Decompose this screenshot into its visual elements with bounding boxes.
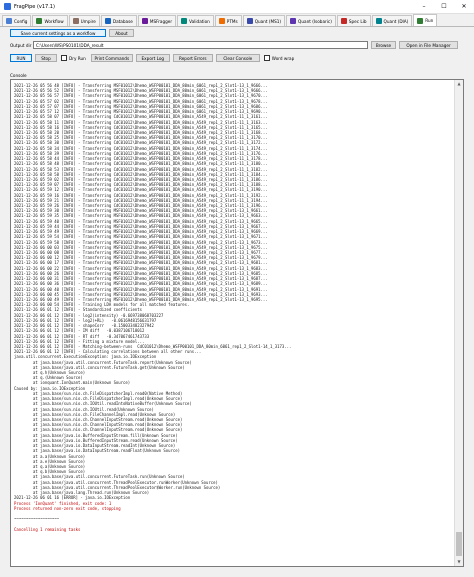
- tab-label: PTMs: [226, 18, 238, 24]
- tab-label: MSFragger: [149, 18, 173, 24]
- window-title: FragPipe (v17.1): [14, 3, 55, 10]
- tab-icon: [417, 17, 424, 24]
- tab-label: Database: [112, 18, 133, 24]
- word-wrap-label: Word wrap: [271, 55, 295, 61]
- console-scrollbar[interactable]: ▲ ▼: [454, 80, 463, 566]
- word-wrap-checkbox[interactable]: [263, 55, 270, 61]
- browse-button[interactable]: Browse: [371, 41, 396, 49]
- tab-label: Workflow: [44, 18, 64, 24]
- console-lines: 2021-12-26 05 56 48 [INFO] - Transferrin…: [14, 83, 452, 532]
- tab-ptms[interactable]: PTMs: [214, 15, 242, 26]
- close-button[interactable]: ✕: [454, 0, 474, 13]
- tab-icon: [104, 18, 111, 24]
- title-bar: FragPipe (v17.1) – ☐ ✕: [0, 0, 474, 14]
- tab-icon: [36, 18, 43, 24]
- minimize-button[interactable]: –: [414, 0, 434, 13]
- tab-label: Quant (MS1): [254, 18, 282, 24]
- tab-label: Run: [425, 18, 434, 23]
- tab-label: Umpire: [80, 18, 96, 24]
- scroll-down-icon[interactable]: ▼: [455, 558, 463, 566]
- tab-database[interactable]: Database: [100, 15, 137, 26]
- output-dir-row: Output dir C:\Users\WS\PS0101\DDA_result…: [10, 41, 458, 49]
- dry-run-label: Dry Run: [69, 55, 86, 61]
- console-line: Cancelling 1 remaining tasks: [14, 526, 81, 532]
- workflow-actions-row: Save current settings as a workflow Abou…: [10, 29, 134, 37]
- tab-bar: Config Workflow Umpire Database MSFragger Val…: [0, 14, 474, 27]
- report-errors-button[interactable]: Report Errors: [172, 54, 213, 62]
- scroll-up-icon[interactable]: ▲: [455, 80, 463, 88]
- print-commands-button[interactable]: Print Commands: [90, 54, 133, 62]
- tab-umpire[interactable]: Umpire: [68, 15, 100, 26]
- tab-icon: [72, 18, 79, 24]
- tab-config[interactable]: Config: [2, 15, 32, 26]
- tab-icon: [340, 18, 347, 24]
- tab-workflow[interactable]: Workflow: [32, 15, 68, 26]
- tab-validation[interactable]: Validation: [177, 15, 214, 26]
- tab-icon: [218, 18, 225, 24]
- tab-icon: [141, 18, 148, 24]
- tab-run[interactable]: Run: [413, 14, 438, 26]
- tab-quant-isobaric[interactable]: Quant (Isobaric): [286, 15, 336, 26]
- about-button[interactable]: About: [109, 29, 134, 37]
- output-dir-input[interactable]: C:\Users\WS\PS0101\DDA_result: [33, 41, 368, 49]
- tab-icon: [375, 18, 382, 24]
- save-workflow-button[interactable]: Save current settings as a workflow: [10, 29, 106, 37]
- tab-label: Validation: [189, 18, 210, 24]
- tab-quant-ms1[interactable]: Quant (MS1): [242, 15, 286, 26]
- run-button[interactable]: RUN: [10, 54, 32, 62]
- export-log-button[interactable]: Export Log: [135, 54, 170, 62]
- tab-label: Spec Lib: [348, 18, 367, 24]
- dry-run-checkbox[interactable]: [61, 55, 67, 61]
- output-dir-label: Output dir: [10, 42, 32, 48]
- tab-label: Quant (DIA): [383, 18, 409, 24]
- run-controls-row: RUN Stop Dry Run Print Commands Export L…: [10, 54, 294, 62]
- console-output[interactable]: 2021-12-26 05 56 48 [INFO] - Transferrin…: [10, 79, 464, 567]
- scrollbar-thumb[interactable]: [456, 532, 462, 556]
- clear-console-button[interactable]: Clear Console: [215, 54, 260, 62]
- open-in-file-manager-button[interactable]: Open in File Manager: [399, 41, 458, 49]
- tab-label: Quant (Isobaric): [298, 18, 332, 24]
- tab-icon: [6, 18, 12, 24]
- app-icon: [4, 3, 11, 10]
- tab-spec-lib[interactable]: Spec Lib: [336, 15, 371, 26]
- console-label: Console: [10, 73, 27, 78]
- tab-icon: [290, 18, 297, 24]
- tab-quant-dia[interactable]: Quant (DIA): [371, 15, 413, 26]
- tab-icon: [181, 18, 188, 24]
- tab-icon: [246, 18, 253, 24]
- maximize-button[interactable]: ☐: [434, 0, 454, 13]
- tab-label: Config: [14, 18, 28, 24]
- tab-msfragger[interactable]: MSFragger: [137, 15, 177, 26]
- stop-button[interactable]: Stop: [35, 54, 57, 62]
